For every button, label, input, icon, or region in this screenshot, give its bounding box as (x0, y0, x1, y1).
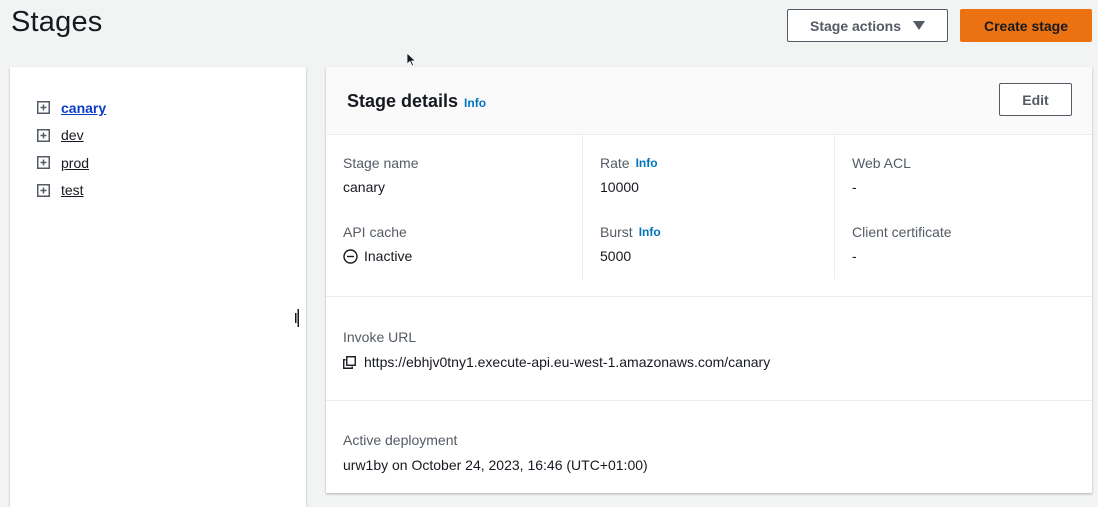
rate-label-row: Rate Info (600, 155, 658, 171)
client-certificate-field: Client certificate - (852, 224, 952, 264)
stage-name-field: Stage name canary (343, 155, 419, 195)
edit-button[interactable]: Edit (999, 83, 1072, 116)
stage-actions-label: Stage actions (809, 17, 902, 34)
burst-label: Burst (600, 224, 633, 240)
plus-square-icon[interactable] (37, 128, 50, 142)
stage-details-header: Stage details Info Edit (326, 67, 1092, 135)
stage-details-panel: Stage details Info Edit Stage name canary… (326, 67, 1092, 493)
rate-label: Rate (600, 155, 630, 171)
minus-circle-icon (343, 248, 358, 264)
stage-tree: canary dev prod test (37, 94, 106, 204)
stage-name-value: canary (343, 179, 386, 195)
invoke-url-row: https://ebhjv0tny1.execute-api.eu-west-1… (343, 354, 770, 370)
tree-link-canary[interactable]: canary (61, 100, 106, 116)
rate-field: Rate Info 10000 (600, 155, 658, 195)
plus-square-icon[interactable] (37, 156, 50, 170)
stage-details-title-text: Stage details (347, 91, 459, 111)
tree-item-dev[interactable]: dev (37, 122, 106, 150)
tree-item-test[interactable]: test (37, 177, 106, 205)
stage-name-label: Stage name (343, 155, 419, 171)
create-stage-button[interactable]: Create stage (960, 9, 1092, 42)
rate-value: 10000 (600, 179, 639, 195)
stage-details-title: Stage details Info (347, 91, 486, 112)
active-deployment-value: urw1by on October 24, 2023, 16:46 (UTC+0… (343, 457, 648, 473)
client-certificate-label: Client certificate (852, 224, 952, 240)
copy-icon[interactable] (343, 355, 356, 369)
client-certificate-value: - (852, 248, 857, 264)
details-column-2: Rate Info 10000 Burst Info 5000 (582, 135, 834, 279)
invoke-url-label: Invoke URL (343, 329, 417, 345)
tree-item-canary[interactable]: canary (37, 94, 106, 122)
burst-field: Burst Info 5000 (600, 224, 661, 264)
api-cache-label: API cache (343, 224, 407, 240)
section-divider (326, 296, 1092, 297)
burst-info-link[interactable]: Info (639, 225, 661, 239)
tree-item-prod[interactable]: prod (37, 149, 106, 177)
api-cache-field: API cache Inactive (343, 224, 412, 264)
details-column-3: Web ACL - Client certificate - (834, 135, 1086, 279)
api-cache-value: Inactive (364, 248, 413, 264)
rate-info-link[interactable]: Info (636, 156, 658, 170)
stage-tree-panel: canary dev prod test (10, 67, 306, 507)
active-deployment-section: Active deployment urw1by on October 24, … (343, 432, 648, 473)
web-acl-value: - (852, 179, 857, 195)
stage-details-info-link[interactable]: Info (464, 96, 486, 110)
resize-handle-icon[interactable] (295, 309, 299, 327)
section-divider (326, 400, 1092, 401)
tree-link-dev[interactable]: dev (61, 127, 84, 143)
mouse-pointer-icon (407, 53, 417, 67)
plus-square-icon[interactable] (37, 183, 50, 197)
plus-square-icon[interactable] (37, 101, 50, 115)
tree-link-test[interactable]: test (61, 182, 84, 198)
active-deployment-label: Active deployment (343, 432, 458, 448)
api-cache-status: Inactive (343, 248, 412, 264)
invoke-url-link[interactable]: https://ebhjv0tny1.execute-api.eu-west-1… (364, 354, 770, 370)
tree-link-prod[interactable]: prod (61, 155, 89, 171)
details-column-1: Stage name canary API cache Inactive (326, 135, 577, 279)
web-acl-label: Web ACL (852, 155, 911, 171)
caret-down-icon (913, 21, 926, 30)
web-acl-field: Web ACL - (852, 155, 911, 195)
burst-label-row: Burst Info (600, 224, 661, 240)
burst-value: 5000 (600, 248, 632, 264)
stage-actions-button[interactable]: Stage actions (787, 9, 948, 42)
page-title: Stages (11, 6, 103, 38)
invoke-url-section: Invoke URL https://ebhjv0tny1.execute-ap… (343, 329, 770, 370)
